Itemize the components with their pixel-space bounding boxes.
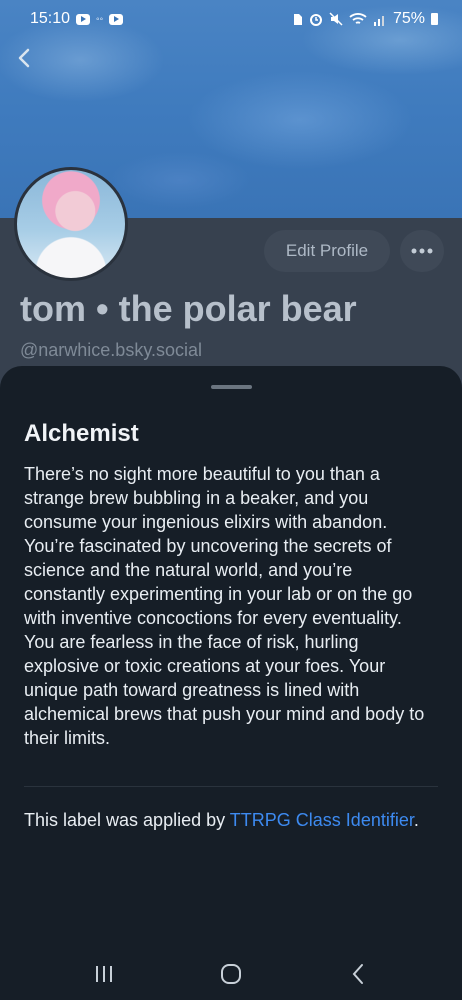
attribution-suffix: . [413, 810, 419, 830]
battery-icon [431, 13, 438, 25]
youtube-icon [109, 13, 124, 25]
signal-icon [373, 15, 384, 26]
label-description: There’s no sight more beautiful to you t… [24, 464, 425, 748]
labeler-link[interactable]: TTRPG Class Identifier [230, 810, 414, 830]
edit-profile-button[interactable]: Edit Profile [264, 230, 390, 272]
attribution-prefix: This label was applied by [24, 810, 230, 830]
recent-apps-button[interactable] [82, 952, 126, 996]
label-sheet: Alchemist There’s no sight more beautifu… [0, 366, 462, 1000]
back-icon [352, 964, 364, 984]
nav-back-button[interactable] [336, 952, 380, 996]
back-button[interactable] [12, 44, 36, 72]
status-bar: 15:10 ◦◦ 75% [0, 0, 462, 38]
system-nav-bar [0, 948, 462, 1000]
handle: @narwhice.bsky.social [20, 340, 203, 360]
label-title: Alchemist [24, 420, 139, 447]
more-horizontal-icon [411, 248, 433, 254]
mute-icon [329, 12, 343, 26]
avatar[interactable] [14, 167, 128, 281]
home-icon [220, 964, 241, 984]
display-name: tom • the polar bear [20, 288, 357, 329]
wifi-icon [349, 13, 367, 24]
home-button[interactable] [209, 952, 253, 996]
label-attribution: This label was applied by TTRPG Class Id… [24, 808, 434, 832]
divider [24, 786, 438, 787]
sim-icon [293, 13, 302, 25]
chevron-left-icon [18, 48, 30, 68]
status-time: 15:10 [30, 10, 71, 27]
more-options-button[interactable] [400, 230, 444, 272]
sheet-grabber[interactable] [211, 385, 252, 389]
youtube-icon [76, 13, 91, 25]
alarm-icon [309, 14, 322, 26]
recent-apps-icon [95, 966, 112, 982]
carrier-icon: ◦◦ [96, 13, 104, 25]
battery-percent: 75% [392, 10, 425, 27]
